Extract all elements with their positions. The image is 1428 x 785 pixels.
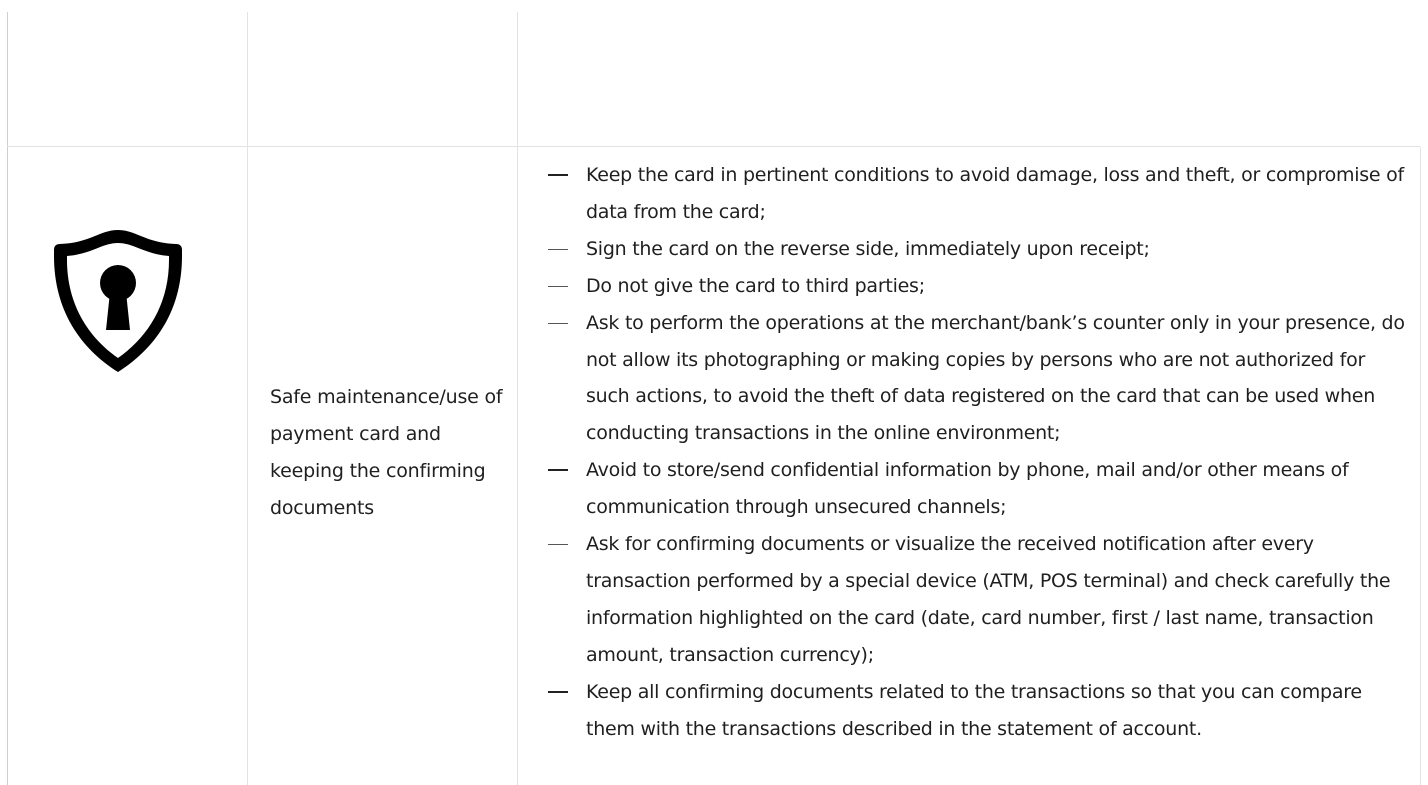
- rule-item: Ask to perform the operations at the mer…: [548, 305, 1408, 453]
- section-title: Safe maintenance/use of payment card and…: [270, 386, 503, 519]
- table-border-right: [1420, 147, 1421, 785]
- rules-list: Keep the card in pertinent conditions to…: [548, 157, 1408, 748]
- dash-bullet-icon: [548, 322, 568, 324]
- title-cell: Safe maintenance/use of payment card and…: [248, 147, 517, 785]
- rule-item: Ask for confirming documents or visualiz…: [548, 526, 1408, 674]
- dash-bullet-icon: [548, 690, 568, 693]
- previous-table-row: [8, 12, 1420, 146]
- dash-bullet-icon: [548, 174, 568, 176]
- rule-item: Avoid to store/send confidential informa…: [548, 452, 1408, 526]
- rule-item: Keep all confirming documents related to…: [548, 674, 1408, 748]
- rule-text: Sign the card on the reverse side, immed…: [586, 237, 1150, 260]
- card-safety-table: Safe maintenance/use of payment card and…: [0, 0, 1428, 785]
- rule-text: Ask for confirming documents or visualiz…: [586, 533, 1391, 666]
- rule-text: Do not give the card to third parties;: [586, 274, 925, 297]
- rule-text: Avoid to store/send confidential informa…: [586, 459, 1349, 519]
- dash-bullet-icon: [548, 469, 568, 472]
- dash-bullet-icon: [548, 544, 568, 546]
- rule-text: Ask to perform the operations at the mer…: [586, 311, 1405, 445]
- shield-keyhole-icon: [54, 230, 182, 372]
- rule-item: Sign the card on the reverse side, immed…: [548, 231, 1408, 268]
- rules-cell: Keep the card in pertinent conditions to…: [518, 147, 1420, 785]
- rule-item: Keep the card in pertinent conditions to…: [548, 157, 1408, 231]
- rule-item: Do not give the card to third parties;: [548, 268, 1408, 305]
- rule-text: Keep the card in pertinent conditions to…: [586, 164, 1404, 223]
- rule-text: Keep all confirming documents related to…: [586, 680, 1362, 740]
- dash-bullet-icon: [548, 248, 568, 250]
- dash-bullet-icon: [548, 285, 568, 287]
